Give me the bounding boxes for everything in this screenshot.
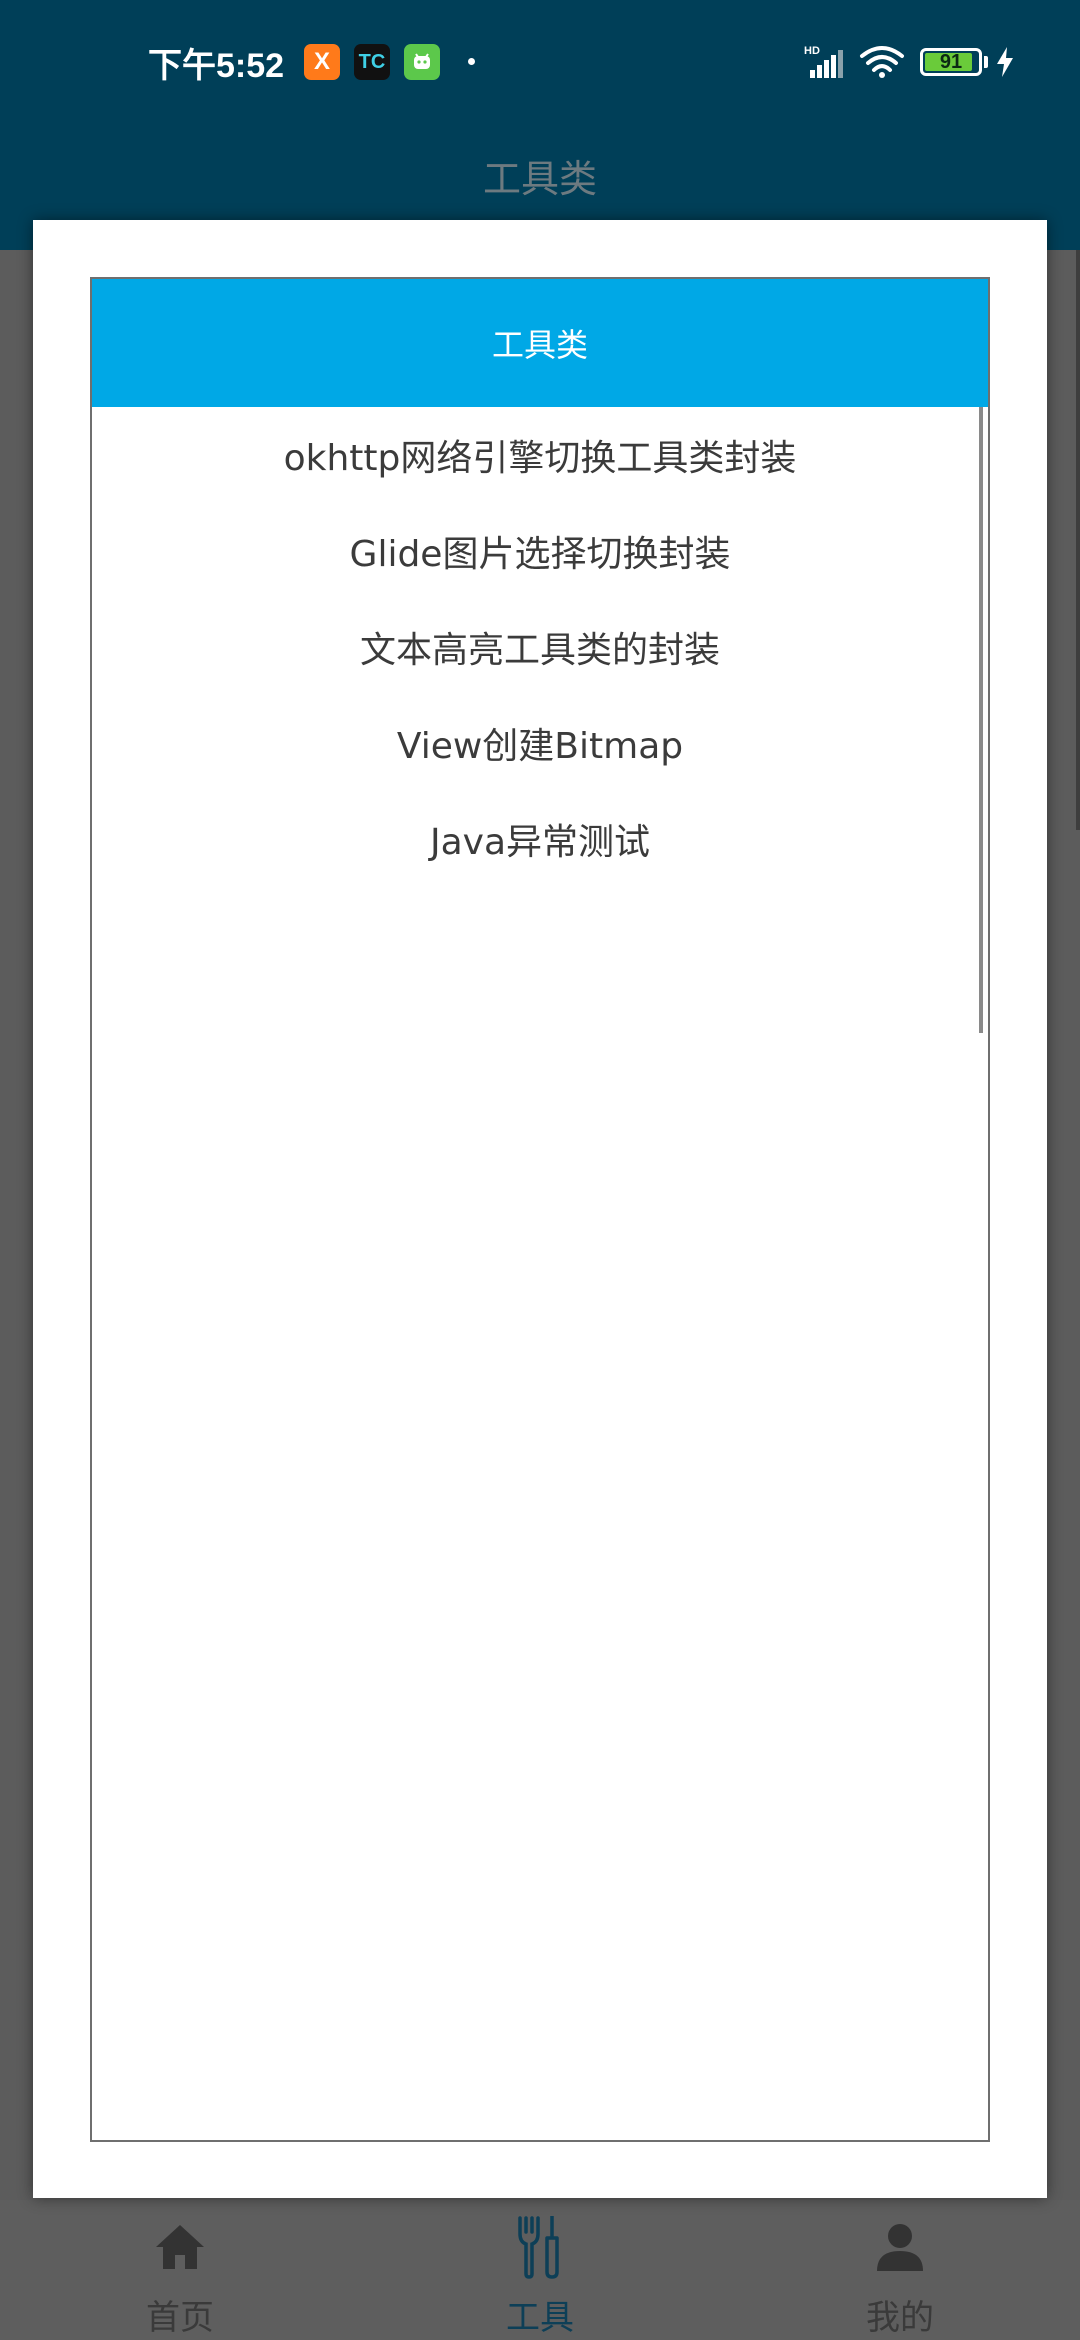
page-scrollbar[interactable] <box>1076 250 1080 830</box>
network-type-label: HD <box>804 45 820 57</box>
android-app-icon <box>404 44 440 80</box>
xiaomi-x-app-icon: X <box>304 44 340 80</box>
battery-tip <box>984 56 988 68</box>
nav-home[interactable]: 首页 <box>0 2200 360 2340</box>
list-item-okhttp[interactable]: okhttp网络引擎切换工具类封装 <box>92 407 988 503</box>
nav-mine[interactable]: 我的 <box>720 2200 1080 2340</box>
nav-tools[interactable]: 工具 <box>360 2200 720 2340</box>
list-item-text-highlight[interactable]: 文本高亮工具类的封装 <box>92 599 988 695</box>
dialog-title: 工具类 <box>491 326 588 364</box>
status-time: 下午5:52 <box>148 47 285 85</box>
signal-icon: HD <box>804 45 843 78</box>
battery-icon: 91 <box>920 48 982 76</box>
list-item-glide[interactable]: Glide图片选择切换封装 <box>92 503 988 599</box>
list-item-java-exception[interactable]: Java异常测试 <box>92 791 988 887</box>
dialog-header: 工具类 <box>92 279 988 407</box>
tools-list-panel: 工具类 okhttp网络引擎切换工具类封装 Glide图片选择切换封装 文本高亮… <box>90 277 990 2142</box>
wifi-icon <box>860 46 904 78</box>
person-icon <box>877 2224 923 2271</box>
list-item-view-bitmap[interactable]: View创建Bitmap <box>92 695 988 791</box>
tools-dialog: 工具类 okhttp网络引擎切换工具类封装 Glide图片选择切换封装 文本高亮… <box>33 220 1047 2198</box>
tools-icon <box>518 2216 559 2279</box>
tc-app-icon: TC <box>354 44 390 80</box>
tools-list[interactable]: okhttp网络引擎切换工具类封装 Glide图片选择切换封装 文本高亮工具类的… <box>92 407 988 887</box>
nav-mine-label: 我的 <box>866 2298 934 2338</box>
battery-level-label: 91 <box>939 51 963 73</box>
list-scrollbar[interactable] <box>979 407 983 1033</box>
page-title: 工具类 <box>482 157 597 201</box>
home-icon <box>156 2225 204 2269</box>
charging-icon <box>997 47 1013 77</box>
notification-dot <box>468 58 475 65</box>
nav-home-label: 首页 <box>146 2298 214 2338</box>
nav-tools-label: 工具 <box>506 2298 574 2338</box>
